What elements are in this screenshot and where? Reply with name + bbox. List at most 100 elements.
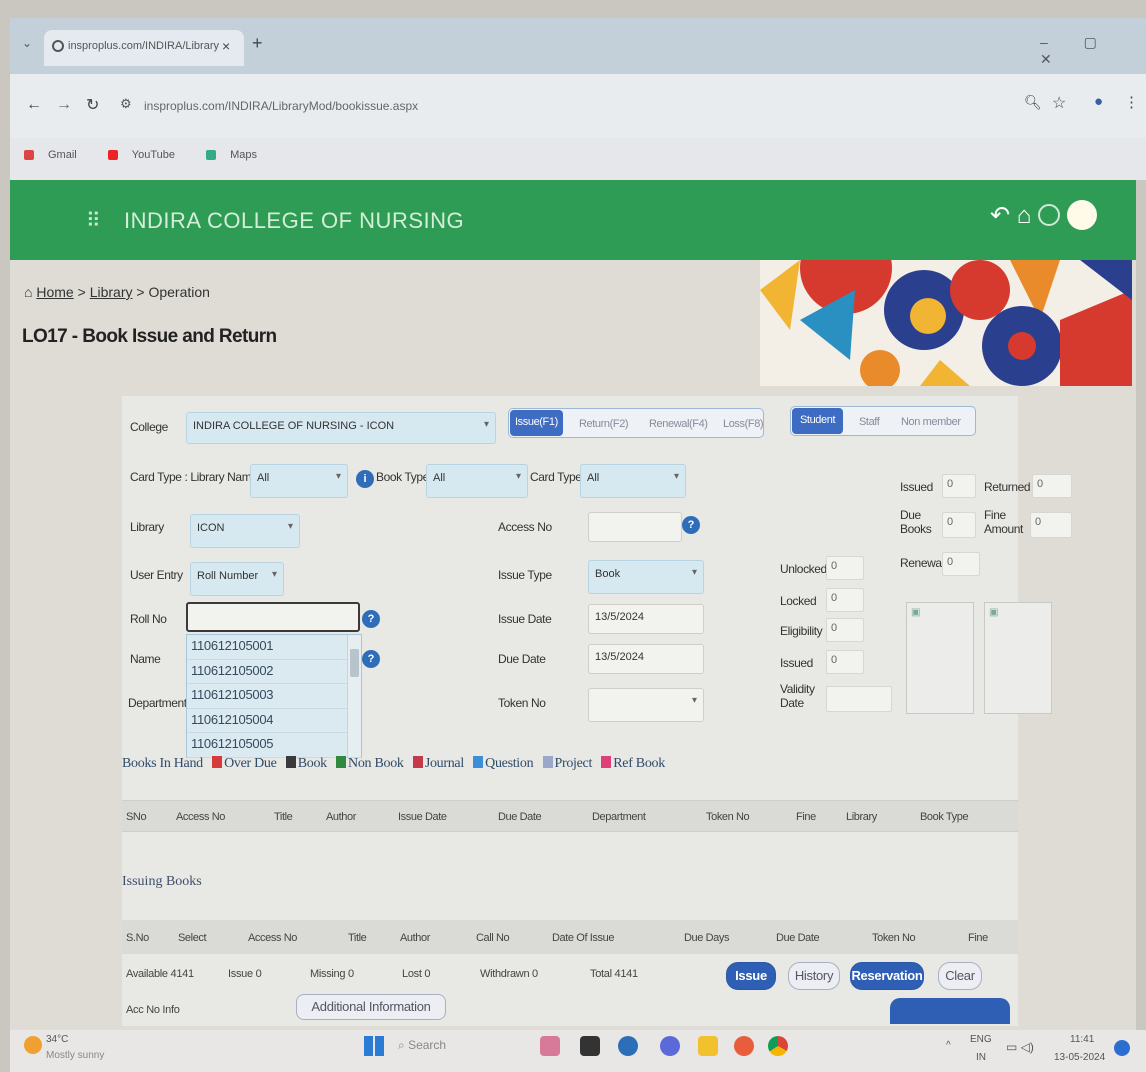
total-stat: Total 4141 [590,968,638,980]
weather-temp: 34°C [46,1034,69,1045]
issue-type-select[interactable]: Book [588,560,704,594]
clock-time[interactable]: 11:41 [1070,1034,1094,1045]
clock-date[interactable]: 13-05-2024 [1054,1052,1105,1063]
roll-no-input[interactable] [186,602,360,632]
browser-menu-icon[interactable]: ⋮ [1124,93,1139,111]
dropdown-scrollbar[interactable] [347,635,361,757]
breadcrumb-home[interactable]: Home [36,284,73,300]
book-type-info-icon[interactable]: i [356,470,374,488]
access-no-label: Access No [498,520,552,534]
books-in-hand-table-header: SNo Access No Title Author Issue Date Du… [122,800,1018,832]
back-icon[interactable]: ← [26,96,42,114]
issuing-books-title: Issuing Books [122,874,202,889]
column-header: Token No [872,932,916,944]
weather-icon[interactable] [24,1036,42,1054]
due-date-input[interactable]: 13/5/2024 [588,644,704,674]
browser-app-icon[interactable] [734,1036,754,1056]
reservation-button[interactable]: Reservation [850,962,924,990]
bookmark-youtube[interactable]: YouTube [107,149,189,161]
bookmark-gmail[interactable]: Gmail [24,149,91,161]
token-no-select[interactable] [588,688,704,722]
mode-tabs: Issue(F1) Return(F2) Renewal(F4) Loss(F8… [508,408,764,438]
site-info-icon[interactable]: ⚙ [120,96,132,112]
tray-chevron-icon[interactable]: ^ [946,1040,951,1051]
back-arrow-icon[interactable]: ↶ [990,202,1010,229]
tab-loss[interactable]: Loss(F8) [717,410,769,438]
reload-icon[interactable]: ↻ [86,95,99,115]
tab-search-icon[interactable]: ⌄ [22,36,32,50]
library-select[interactable]: ICON [190,514,300,548]
column-header[interactable]: Select [178,932,207,944]
bookmark-maps[interactable]: Maps [206,149,271,161]
card-type-select[interactable]: All [580,464,686,498]
column-header: Due Date [776,932,820,944]
list-item[interactable]: 110612105004 [187,709,361,733]
list-item[interactable]: 110612105003 [187,684,361,709]
column-header: Access No [176,811,225,823]
edge-icon[interactable] [618,1036,638,1056]
book-type-select[interactable]: All [426,464,528,498]
apps-grid-icon[interactable]: ⠿ [86,208,101,233]
college-select[interactable]: INDIRA COLLEGE OF NURSING - ICON [186,412,496,444]
widgets-icon[interactable] [540,1036,560,1056]
file-explorer-icon[interactable] [698,1036,718,1056]
roll-no-help-icon[interactable]: ? [362,610,380,628]
tab-staff[interactable]: Staff [853,408,885,436]
column-header: Author [400,932,431,944]
tab-close-icon[interactable]: × [222,38,230,54]
user-avatar[interactable] [1066,200,1097,230]
zoom-icon[interactable]: 🔍︎ [1024,94,1042,111]
tab-renewal[interactable]: Renewal(F4) [643,410,714,438]
chat-icon[interactable] [660,1036,680,1056]
issue-date-input[interactable]: 13/5/2024 [588,604,704,634]
clear-button[interactable]: Clear [938,962,982,990]
forward-icon[interactable]: → [56,96,72,114]
additional-information-button[interactable]: Additional Information [296,994,446,1020]
taskbar-search[interactable]: ⌕ Search [398,1038,446,1053]
home-icon[interactable]: ⌂ [1017,202,1032,229]
profile-icon[interactable]: ● [1094,93,1103,110]
network-volume-icons[interactable]: ▭ ◁) [1006,1040,1034,1054]
tab-issue[interactable]: Issue(F1) [510,410,563,436]
issue-button[interactable]: Issue [726,962,776,990]
list-item[interactable]: 110612105001 [187,635,361,660]
scroll-thumb[interactable] [350,649,359,677]
returned-label: Returned [984,480,1031,494]
breadcrumb-current: Operation [148,284,210,300]
name-help-icon[interactable]: ? [362,650,380,668]
column-header: S.No [126,932,149,944]
user-entry-select[interactable]: Roll Number [190,562,284,596]
start-icon[interactable] [364,1036,384,1056]
list-item[interactable]: 110612105005 [187,733,361,758]
access-no-help-icon[interactable]: ? [682,516,700,534]
tab-return[interactable]: Return(F2) [573,410,634,438]
column-header: Department [592,811,646,823]
theme-toggle-icon[interactable] [1037,204,1060,226]
card-type-library-select[interactable]: All [250,464,348,498]
due-books-label: Due Books [900,508,932,536]
renewal-label: Renewal [900,556,944,570]
window-controls[interactable]: – ▢ ✕ [1040,34,1146,68]
column-header: Access No [248,932,297,944]
browser-tab[interactable]: insproplus.com/INDIRA/Library [44,30,244,66]
list-item[interactable]: 110612105002 [187,660,361,684]
notification-icon[interactable] [1114,1040,1130,1056]
task-view-icon[interactable] [580,1036,600,1056]
breadcrumb-library[interactable]: Library [90,284,133,300]
access-no-input[interactable] [588,512,682,542]
column-header: Book Type [920,811,969,823]
chrome-icon[interactable] [768,1036,788,1056]
legend-title: Books In Hand [122,756,203,771]
bookmark-star-icon[interactable]: ☆ [1052,93,1066,113]
history-button[interactable]: History [788,962,840,990]
input-language[interactable]: ENG [970,1034,992,1045]
tab-student[interactable]: Student [792,408,844,434]
new-tab-button[interactable]: + [252,33,263,54]
bottom-action-button[interactable] [890,998,1010,1024]
tab-non-member[interactable]: Non member [895,408,967,436]
legend-project: Project [542,756,592,771]
url-field[interactable]: insproplus.com/INDIRA/LibraryMod/bookiss… [144,92,1024,120]
legend-book: Book [285,756,327,771]
roll-no-label: Roll No [130,612,167,626]
legend-non-book: Non Book [336,756,404,771]
